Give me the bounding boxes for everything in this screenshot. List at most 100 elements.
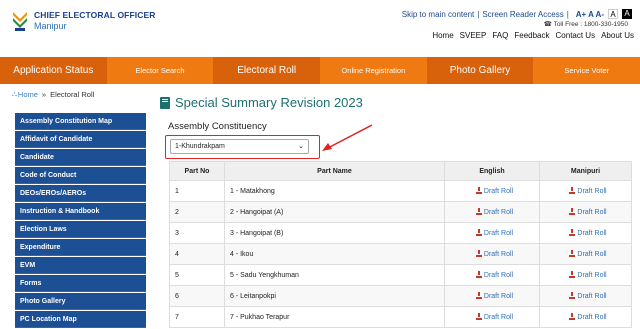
sidebar-item-pc-location-map[interactable]: PC Location Map: [15, 311, 146, 328]
download-icon: [569, 250, 576, 257]
font-size-controls[interactable]: A+ A A-: [576, 10, 604, 19]
english-draft-roll-link[interactable]: Draft Roll: [475, 229, 513, 237]
link-label: Draft Roll: [483, 272, 514, 279]
english-draft-roll-link[interactable]: Draft Roll: [475, 313, 513, 321]
english-draft-roll-link[interactable]: Draft Roll: [475, 208, 513, 216]
manipuri-cell: Draft Roll: [539, 201, 632, 223]
manipuri-draft-roll-link[interactable]: Draft Roll: [569, 313, 607, 321]
ac-label: Assembly Constituency: [168, 121, 267, 132]
download-icon: [569, 292, 576, 299]
english-cell: Draft Roll: [444, 201, 540, 223]
table-row: 3 3 - Hangoipat (B) Draft Roll Draft Rol…: [169, 222, 632, 244]
logo[interactable]: CHIEF ELECTORAL OFFICER Manipur: [10, 10, 155, 32]
table-row: 4 4 - Ikou Draft Roll Draft Roll: [169, 243, 632, 265]
annotation-arrow-icon: [322, 124, 373, 151]
screen-reader-link[interactable]: Screen Reader Access: [482, 10, 563, 19]
part-name: 6 - Leitanpokpi: [224, 285, 445, 307]
download-icon: [569, 313, 576, 320]
manipuri-draft-roll-link[interactable]: Draft Roll: [569, 292, 607, 300]
manipuri-draft-roll-link[interactable]: Draft Roll: [569, 187, 607, 195]
sidebar: Assembly Constitution Map Affidavit of C…: [15, 113, 146, 329]
breadcrumb-current: Electoral Roll: [50, 90, 95, 99]
table-row: 2 2 - Hangoipat (A) Draft Roll Draft Rol…: [169, 201, 632, 223]
link-label: Draft Roll: [577, 293, 607, 300]
part-name: 4 - Ikou: [224, 243, 445, 265]
link-label: Draft Roll: [483, 251, 514, 258]
table-row: 1 1 - Matakhong Draft Roll Draft Roll: [169, 180, 632, 202]
table-row: 7 7 - Pukhao Terapur Draft Roll Draft Ro…: [169, 306, 632, 328]
topnav-contact[interactable]: Contact Us: [556, 31, 596, 40]
manipuri-draft-roll-link[interactable]: Draft Roll: [569, 271, 607, 279]
topnav-feedback[interactable]: Feedback: [514, 31, 549, 40]
part-no: 1: [169, 180, 225, 202]
skip-to-content-link[interactable]: Skip to main content: [402, 10, 474, 19]
download-icon: [569, 229, 576, 236]
sidebar-item-instruction[interactable]: Instruction & Handbook: [15, 203, 146, 220]
manipuri-cell: Draft Roll: [539, 264, 632, 286]
topnav-sveep[interactable]: SVEEP: [460, 31, 487, 40]
download-icon: [475, 187, 482, 194]
sidebar-item-ac-map[interactable]: Assembly Constitution Map: [15, 113, 146, 130]
link-label: Draft Roll: [577, 272, 607, 279]
contrast-dark-toggle[interactable]: A: [622, 9, 632, 19]
part-name: 3 - Hangoipat (B): [224, 222, 445, 244]
link-label: Draft Roll: [577, 230, 607, 237]
logo-subtitle: Manipur: [34, 21, 67, 31]
sidebar-item-affidavit[interactable]: Affidavit of Candidate: [15, 131, 146, 148]
part-name: 1 - Matakhong: [224, 180, 445, 202]
table-header-row: Part No Part Name English Manipuri: [169, 161, 632, 181]
sidebar-item-deos[interactable]: DEOs/EROs/AEROs: [15, 185, 146, 202]
highlight-box: 1-Khundrakpam ⌄: [165, 135, 320, 159]
manipuri-draft-roll-link[interactable]: Draft Roll: [569, 250, 607, 258]
english-draft-roll-link[interactable]: Draft Roll: [475, 292, 513, 300]
english-draft-roll-link[interactable]: Draft Roll: [475, 250, 514, 258]
site-header: CHIEF ELECTORAL OFFICER Manipur Skip to …: [0, 0, 640, 57]
nav-electoral-roll[interactable]: Electoral Roll: [213, 57, 321, 84]
download-icon: [475, 313, 482, 320]
download-icon: [475, 271, 482, 278]
manipuri-draft-roll-link[interactable]: Draft Roll: [569, 208, 607, 216]
sidebar-item-expenditure[interactable]: Expenditure: [15, 239, 146, 256]
sidebar-item-code-of-conduct[interactable]: Code of Conduct: [15, 167, 146, 184]
nav-photo-gallery[interactable]: Photo Gallery: [426, 57, 534, 84]
part-name: 7 - Pukhao Terapur: [224, 306, 445, 328]
manipuri-cell: Draft Roll: [539, 243, 632, 265]
english-draft-roll-link[interactable]: Draft Roll: [475, 187, 514, 195]
english-cell: Draft Roll: [444, 222, 540, 244]
manipuri-draft-roll-link[interactable]: Draft Roll: [569, 229, 607, 237]
nav-elector-search[interactable]: Elector Search: [106, 57, 214, 84]
topnav-about[interactable]: About Us: [601, 31, 634, 40]
link-label: Draft Roll: [483, 188, 514, 195]
main-content: Special Summary Revision 2023 Assembly C…: [160, 95, 632, 328]
page-title-text: Special Summary Revision 2023: [175, 95, 363, 110]
download-icon: [569, 187, 576, 194]
sidebar-item-evm[interactable]: EVM: [15, 257, 146, 274]
download-icon: [475, 229, 482, 236]
topnav-home[interactable]: Home: [432, 31, 453, 40]
manipuri-cell: Draft Roll: [539, 222, 632, 244]
sidebar-item-forms[interactable]: Forms: [15, 275, 146, 292]
col-part-name: Part Name: [224, 161, 445, 181]
link-label: Draft Roll: [577, 251, 607, 258]
topnav-faq[interactable]: FAQ: [492, 31, 508, 40]
english-draft-roll-link[interactable]: Draft Roll: [475, 271, 514, 279]
sidebar-item-photo-gallery[interactable]: Photo Gallery: [15, 293, 146, 310]
breadcrumb-home[interactable]: Home: [18, 90, 38, 99]
download-icon: [475, 208, 482, 215]
download-icon: [475, 292, 482, 299]
part-no: 2: [169, 201, 225, 223]
nav-online-registration[interactable]: Online Registration: [320, 57, 427, 84]
manipuri-cell: Draft Roll: [539, 285, 632, 307]
part-name: 5 - Sadu Yengkhuman: [224, 264, 445, 286]
top-nav: Home SVEEP FAQ Feedback Contact Us About…: [426, 31, 634, 40]
contrast-light-toggle[interactable]: A: [608, 9, 618, 19]
sidebar-item-election-laws[interactable]: Election Laws: [15, 221, 146, 238]
english-cell: Draft Roll: [444, 264, 540, 286]
nav-service-voter[interactable]: Service Voter: [533, 57, 640, 84]
ac-select[interactable]: 1-Khundrakpam ⌄: [170, 139, 309, 154]
tollfree-number: ☎ Toll Free : 1800-330-1950: [544, 20, 628, 28]
sidebar-item-candidate[interactable]: Candidate: [15, 149, 146, 166]
part-no: 4: [169, 243, 225, 265]
download-icon: [569, 271, 576, 278]
nav-application-status[interactable]: Application Status: [0, 57, 107, 84]
